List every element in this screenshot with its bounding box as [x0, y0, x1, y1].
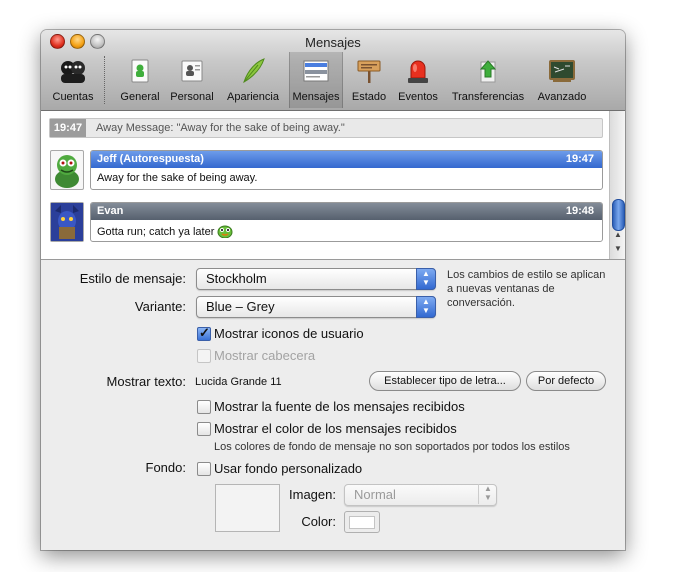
jeff-avatar-icon [55, 155, 79, 188]
show-header-label: Mostrar cabecera [214, 348, 316, 363]
scrollbar-thumb[interactable] [612, 199, 625, 231]
toolbar-item-advanced[interactable]: Avanzado [533, 52, 591, 108]
preview-scrollbar[interactable]: ▲ ▼ [609, 111, 625, 259]
avatar [50, 202, 84, 242]
message-text: Away for the sake of being away. [97, 172, 258, 184]
message-sender: Jeff (Autorespuesta) [97, 153, 204, 165]
show-user-icons-label: Mostrar iconos de usuario [214, 326, 364, 341]
message-bubble: Evan 19:48 Gotta run; catch ya later [90, 202, 603, 242]
style-note: Los cambios de estilo se aplican a nueva… [447, 269, 606, 309]
toolbar-item-personal[interactable]: Personal [167, 52, 217, 108]
message-time: 19:47 [565, 153, 594, 165]
preferences-window: Mensajes Cuentas General Personal Aparie… [41, 30, 625, 550]
message-text: Gotta run; catch ya later [97, 224, 233, 239]
toolbar-item-general[interactable]: General [115, 52, 165, 108]
emoticon-icon [217, 225, 233, 239]
personal-icon [181, 60, 203, 82]
color-label: Color: [301, 514, 336, 529]
toolbar-label: Avanzado [537, 91, 587, 103]
message-style-select[interactable]: Stockholm ▲ ▼ [196, 268, 436, 290]
advanced-icon [549, 60, 575, 82]
image-value: Normal [354, 487, 396, 502]
message-sender: Evan [97, 205, 124, 217]
custom-background-checkbox[interactable] [197, 462, 211, 476]
appearance-icon [243, 58, 265, 84]
background-image-well [215, 484, 280, 532]
message-text-content: Gotta run; catch ya later [97, 226, 215, 238]
custom-background-label: Usar fondo personalizado [214, 461, 363, 476]
message-style-value: Stockholm [206, 271, 267, 286]
toolbar-label: Cuentas [52, 91, 94, 103]
toolbar-item-events[interactable]: Eventos [395, 52, 441, 108]
scroll-up-arrow-icon[interactable]: ▲ [610, 230, 625, 239]
show-user-icons-checkbox[interactable] [197, 325, 211, 341]
default-font-button[interactable]: Por defecto [526, 371, 606, 391]
toolbar-label: Mensajes [292, 91, 340, 103]
toolbar-item-status[interactable]: Estado [347, 52, 391, 108]
status-icon [357, 60, 381, 83]
status-time: 19:47 [50, 119, 86, 137]
variant-label: Variante: [134, 299, 186, 314]
image-select: Normal ▲ ▼ [344, 484, 497, 506]
message-bubble: Jeff (Autorespuesta) 19:47 Away for the … [90, 150, 603, 190]
general-icon [131, 59, 149, 83]
font-value: Lucida Grande 11 [195, 376, 282, 388]
toolbar-label: Apariencia [227, 91, 279, 103]
avatar [50, 150, 84, 190]
title-bar: Mensajes Cuentas General Personal Aparie… [41, 30, 625, 111]
toolbar-item-appearance[interactable]: Apariencia [221, 52, 285, 108]
toolbar-item-transfers[interactable]: Transferencias [447, 52, 529, 108]
show-text-label: Mostrar texto: [106, 374, 186, 389]
show-color-checkbox[interactable] [197, 422, 211, 436]
status-message: 19:47 Away Message: "Away for the sake o… [49, 118, 603, 138]
messages-icon [303, 60, 329, 82]
color-note: Los colores de fondo de mensaje no son s… [214, 441, 570, 453]
message-header: Jeff (Autorespuesta) 19:47 [91, 151, 602, 168]
select-arrows-icon: ▲ ▼ [478, 484, 497, 504]
scroll-down-arrow-icon[interactable]: ▼ [610, 244, 625, 253]
image-label: Imagen: [289, 487, 336, 502]
set-font-button[interactable]: Establecer tipo de letra... [369, 371, 521, 391]
accounts-icon [61, 61, 85, 83]
status-text: Away Message: "Away for the sake of bein… [96, 122, 345, 134]
transfers-icon [479, 60, 497, 83]
color-swatch [349, 516, 375, 529]
evan-avatar-icon [51, 203, 83, 241]
show-color-label: Mostrar el color de los mensajes recibid… [214, 421, 457, 436]
toolbar-item-accounts[interactable]: Cuentas [45, 52, 101, 108]
toolbar-label: Eventos [398, 91, 438, 103]
background-color-well [344, 511, 380, 533]
variant-value: Blue – Grey [206, 299, 275, 314]
select-arrows-icon: ▲ ▼ [416, 296, 436, 318]
toolbar-label: Transferencias [451, 91, 525, 103]
show-font-label: Mostrar la fuente de los mensajes recibi… [214, 399, 465, 414]
variant-select[interactable]: Blue – Grey ▲ ▼ [196, 296, 436, 318]
show-header-checkbox [197, 349, 211, 363]
show-font-checkbox[interactable] [197, 400, 211, 414]
message-preview[interactable]: 19:47 Away Message: "Away for the sake o… [41, 111, 625, 260]
background-label: Fondo: [145, 460, 186, 475]
toolbar-separator [104, 56, 105, 104]
message-time: 19:48 [565, 205, 594, 217]
events-icon [408, 60, 428, 83]
message-header: Evan 19:48 [91, 203, 602, 220]
message-style-label: Estilo de mensaje: [79, 271, 186, 286]
window-title: Mensajes [305, 35, 361, 50]
toolbar-label: General [120, 91, 160, 103]
toolbar-label: Personal [170, 91, 214, 103]
toolbar-item-messages[interactable]: Mensajes [289, 52, 343, 108]
select-arrows-icon: ▲ ▼ [416, 268, 436, 290]
toolbar-label: Estado [351, 91, 387, 103]
